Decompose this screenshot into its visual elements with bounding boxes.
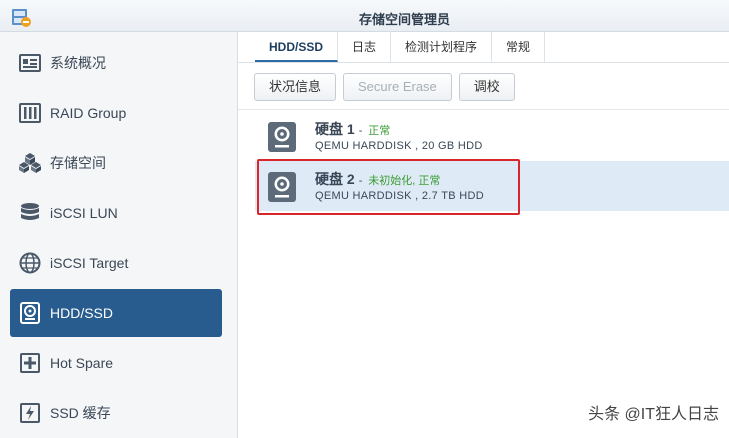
annotation-highlight-box [257,159,520,215]
sidebar-item-ssd-cache[interactable]: SSD 缓存 [10,389,222,437]
tab-hdd-ssd[interactable]: HDD/SSD [255,32,339,62]
sidebar-item-overview[interactable]: 系统概况 [10,39,222,87]
disk-separator: - [358,125,363,137]
calibrate-button[interactable]: 调校 [458,73,515,101]
disk-list-item[interactable]: 硬盘 1- 正常 QEMU HARDDISK , 20 GB HDD [255,111,729,161]
sidebar-item-label: 系统概况 [50,55,106,71]
sidebar-item-label: 存储空间 [50,155,106,171]
window-title: 存储空间管理员 [358,12,450,27]
tab-test-scheduler[interactable]: 检测计划程序 [391,32,493,62]
hdd-icon [18,301,42,325]
disk-status: 正常 [368,125,391,137]
sidebar-item-label: HDD/SSD [50,305,114,321]
toolbar-divider [238,109,729,110]
disk-description: QEMU HARDDISK , 20 GB HDD [315,140,483,152]
title-bar: 存储空间管理员 [0,0,729,32]
lightning-box-icon [18,401,42,425]
sidebar-item-storage-volume[interactable]: 存储空间 [10,139,222,187]
sidebar-item-raid-group[interactable]: RAID Group [10,89,222,137]
tab-divider [238,62,729,63]
sidebar-item-label: RAID Group [50,105,127,121]
sidebar-item-label: SSD 缓存 [50,405,111,421]
sidebar-item-label: Hot Spare [50,355,114,371]
sidebar-item-label: iSCSI Target [50,255,129,271]
status-info-button[interactable]: 状况信息 [254,73,337,101]
sidebar-item-label: iSCSI LUN [50,205,118,221]
globe-icon [18,251,42,275]
overview-icon [18,51,42,75]
toolbar: 状况信息 Secure Erase 调校 [254,73,515,101]
sidebar-item-hdd-ssd[interactable]: HDD/SSD [10,289,222,337]
disk-name: 硬盘 1 [315,121,355,137]
plus-box-icon [18,351,42,375]
sidebar-item-hot-spare[interactable]: Hot Spare [10,339,222,387]
database-icon [18,201,42,225]
sidebar: 系统概况 RAID Group 存储空间 iSCSI LUN iSCSI Tar… [0,32,238,438]
tab-log[interactable]: 日志 [338,32,392,62]
sidebar-item-iscsi-lun[interactable]: iSCSI LUN [10,189,222,237]
watermark: 头条 @IT狂人日志 [588,406,719,423]
tab-general[interactable]: 常规 [492,32,546,62]
raid-icon [18,101,42,125]
sidebar-item-iscsi-target[interactable]: iSCSI Target [10,239,222,287]
hdd-icon [268,122,296,152]
tab-bar: HDD/SSD 日志 检测计划程序 常规 [255,32,546,62]
secure-erase-button[interactable]: Secure Erase [343,73,452,101]
cubes-icon [18,151,42,175]
